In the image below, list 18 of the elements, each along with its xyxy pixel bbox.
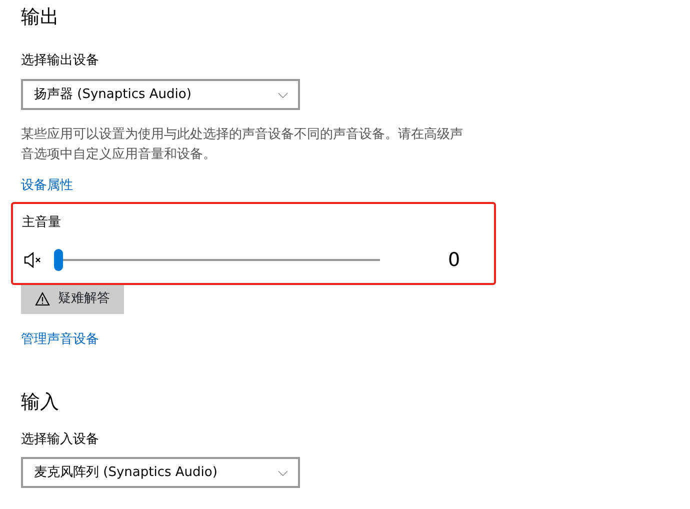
dropdown-value: 扬声器 (Synaptics Audio) xyxy=(34,86,192,104)
volume-reading: 0 xyxy=(448,248,460,272)
description-text: 某些应用可以设置为使用与此处选择的声音设备不同的声音设备。请在高级声音选项中自定义应用音量和设备。 xyxy=(21,126,464,164)
troubleshoot-button[interactable]: 疑难解答 xyxy=(21,284,124,314)
field-label: 选择输入设备 xyxy=(21,431,100,449)
slider-thumb[interactable] xyxy=(54,248,63,271)
warning-icon xyxy=(35,292,50,306)
dropdown-value: 麦克风阵列 (Synaptics Audio) xyxy=(34,464,218,482)
section-heading: 输入 xyxy=(21,390,60,415)
manage-devices-link[interactable]: 管理声音设备 xyxy=(21,330,99,349)
field-label: 选择输出设备 xyxy=(21,52,100,70)
device-dropdown[interactable]: 麦克风阵列 (Synaptics Audio) ⌵ xyxy=(21,457,300,488)
section-heading: 输出 xyxy=(21,5,60,30)
caret-icon: ⌵ xyxy=(278,84,288,104)
caret-icon: ⌵ xyxy=(278,462,288,482)
device-dropdown[interactable]: 扬声器 (Synaptics Audio) ⌵ xyxy=(21,79,300,110)
volume-label: 主音量 xyxy=(22,214,62,232)
device-properties-link[interactable]: 设备属性 xyxy=(21,176,73,196)
